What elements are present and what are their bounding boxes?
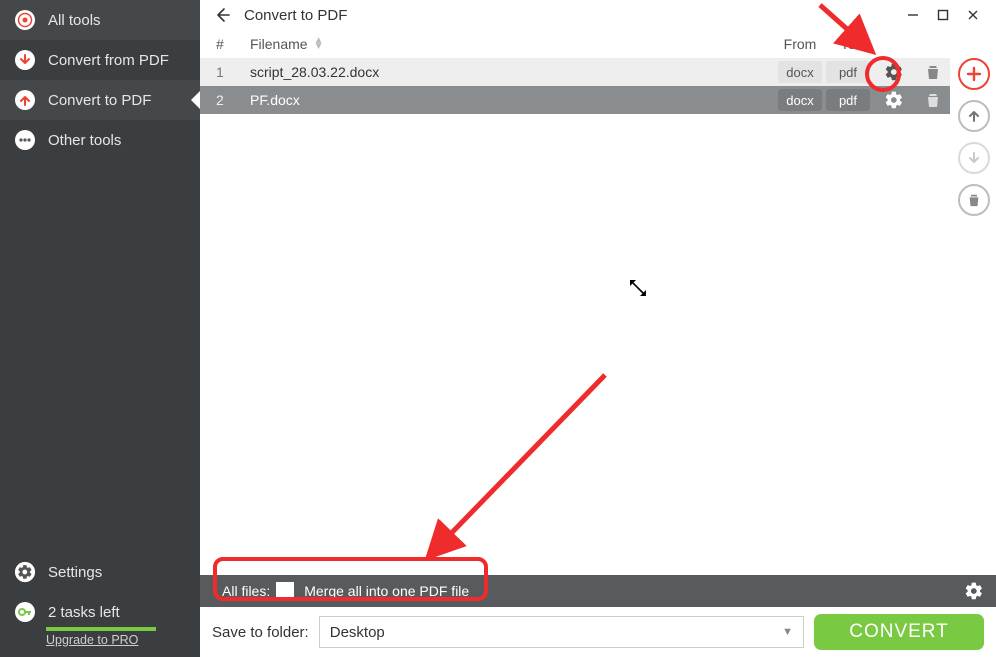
table-row[interactable]: 2 PF.docx docx pdf [200, 86, 950, 114]
sidebar-item-other-tools[interactable]: Other tools [0, 120, 200, 160]
row-settings-button[interactable] [872, 62, 916, 82]
move-up-button[interactable] [958, 100, 990, 132]
column-filename[interactable]: Filename ▲▼ [250, 36, 776, 52]
all-files-bar: All files: Merge all into one PDF file [200, 575, 996, 607]
arrow-down-circle-icon [14, 49, 36, 71]
save-row: Save to folder: Desktop ▼ CONVERT [200, 607, 996, 657]
row-filename: PF.docx [250, 92, 776, 108]
dots-circle-icon [14, 129, 36, 151]
settings-label: Settings [48, 564, 102, 581]
tasks-progress-bar [46, 627, 156, 631]
chevron-down-icon: ▼ [782, 626, 793, 638]
column-from: From [776, 36, 824, 52]
titlebar: Convert to PDF [200, 0, 996, 30]
sidebar-item-label: Convert from PDF [48, 52, 169, 69]
target-icon [14, 9, 36, 31]
save-folder-value: Desktop [330, 624, 385, 641]
table-row[interactable]: 1 script_28.03.22.docx docx pdf [200, 58, 950, 86]
sidebar: All tools Convert from PDF Convert to PD… [0, 0, 200, 657]
main-panel: Convert to PDF # Filename ▲▼ From To 1 s… [200, 0, 996, 657]
row-to-tag: pdf [826, 89, 870, 111]
sidebar-item-tasks-left[interactable]: 2 tasks left [0, 592, 200, 625]
back-button[interactable] [208, 1, 236, 29]
file-list-area [200, 114, 996, 575]
arrow-up-circle-icon [14, 89, 36, 111]
window-close-button[interactable] [958, 1, 988, 29]
row-filename: script_28.03.22.docx [250, 64, 776, 80]
key-icon [14, 601, 36, 623]
move-down-button[interactable] [958, 142, 990, 174]
tasks-left-label: 2 tasks left [48, 604, 120, 621]
sidebar-item-label: Convert to PDF [48, 92, 151, 109]
sidebar-item-all-tools[interactable]: All tools [0, 0, 200, 40]
sidebar-item-label: All tools [48, 12, 101, 29]
row-number: 1 [216, 64, 250, 80]
sidebar-item-convert-to-pdf[interactable]: Convert to PDF [0, 80, 200, 120]
add-file-button[interactable] [958, 58, 990, 90]
column-to: To [824, 36, 872, 52]
sort-icon: ▲▼ [314, 38, 324, 50]
save-to-folder-label: Save to folder: [212, 624, 309, 641]
row-number: 2 [216, 92, 250, 108]
delete-all-button[interactable] [958, 184, 990, 216]
row-settings-button[interactable] [872, 90, 916, 110]
page-title: Convert to PDF [244, 7, 347, 24]
row-delete-button[interactable] [916, 92, 950, 108]
row-from-tag: docx [778, 89, 822, 111]
table-header: # Filename ▲▼ From To [200, 30, 996, 58]
gear-icon [14, 561, 36, 583]
row-from-tag: docx [778, 61, 822, 83]
sidebar-item-settings[interactable]: Settings [0, 552, 200, 592]
row-delete-button[interactable] [916, 64, 950, 80]
window-minimize-button[interactable] [898, 1, 928, 29]
right-rail [958, 58, 990, 216]
column-number[interactable]: # [216, 36, 250, 52]
sidebar-item-label: Other tools [48, 132, 121, 149]
merge-checkbox[interactable] [276, 582, 294, 600]
sidebar-item-convert-from-pdf[interactable]: Convert from PDF [0, 40, 200, 80]
convert-button[interactable]: CONVERT [814, 614, 984, 650]
row-to-tag: pdf [826, 61, 870, 83]
all-files-label: All files: [222, 583, 270, 599]
merge-label: Merge all into one PDF file [304, 583, 469, 599]
save-folder-select[interactable]: Desktop ▼ [319, 616, 804, 648]
all-files-settings-button[interactable] [964, 581, 984, 601]
upgrade-link[interactable]: Upgrade to PRO [46, 633, 200, 647]
window-maximize-button[interactable] [928, 1, 958, 29]
